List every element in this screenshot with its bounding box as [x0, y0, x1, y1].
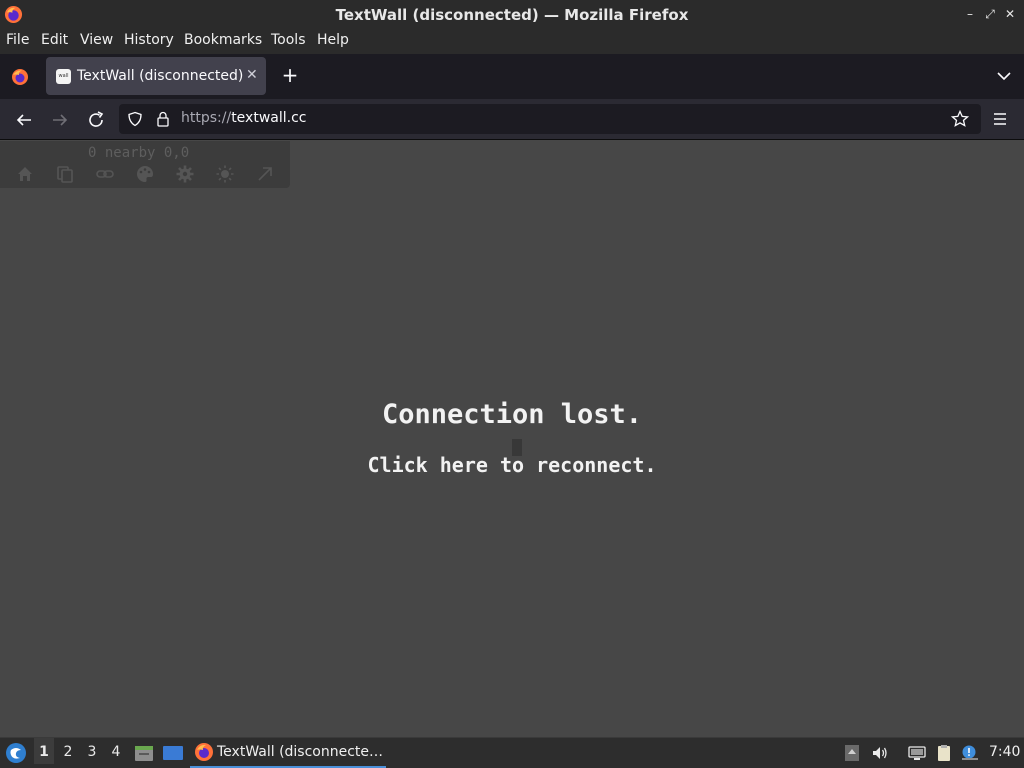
link-icon[interactable] [95, 164, 115, 184]
lock-icon[interactable] [155, 111, 171, 127]
reload-icon[interactable] [84, 108, 108, 132]
minimize-icon[interactable]: – [962, 6, 978, 22]
taskbar: 1 2 3 4 TextWall (disconnecte… 7:40 [0, 737, 1024, 768]
reconnect-link[interactable]: Click here to reconnect. [0, 453, 1024, 477]
close-tab-icon[interactable]: ✕ [246, 67, 258, 83]
tab-strip: wall TextWall (disconnected) ✕ + [0, 54, 1024, 99]
firefox-icon [195, 743, 213, 761]
address-bar[interactable]: https://textwall.cc [119, 104, 981, 134]
network-icon[interactable] [908, 744, 926, 762]
nearby-status: 0 nearby 0,0 [88, 145, 190, 161]
textwall-favicon-icon: wall [56, 69, 71, 84]
clock: 7:40 [989, 744, 1021, 760]
page-content: 0 nearby 0,0 Connection lost. Click here… [0, 141, 1024, 737]
palette-icon[interactable] [135, 164, 155, 184]
menu-tools[interactable]: Tools [271, 32, 306, 48]
navigation-toolbar: https://textwall.cc [0, 99, 1024, 140]
menu-file[interactable]: File [6, 32, 29, 48]
new-tab-icon[interactable]: + [279, 64, 301, 86]
gear-icon[interactable] [175, 164, 195, 184]
menu-view[interactable]: View [80, 32, 113, 48]
taskbar-task-label: TextWall (disconnecte… [217, 744, 384, 760]
menu-bookmarks[interactable]: Bookmarks [184, 32, 262, 48]
workspace-3[interactable]: 3 [82, 744, 102, 760]
start-menu-icon[interactable] [5, 742, 27, 764]
url-text: https://textwall.cc [181, 110, 307, 126]
textwall-toolbar: 0 nearby 0,0 [0, 141, 290, 188]
copy-icon[interactable] [55, 164, 75, 184]
menu-history[interactable]: History [124, 32, 174, 48]
window-titlebar: TextWall (disconnected) — Mozilla Firefo… [0, 0, 1024, 29]
workspace-2[interactable]: 2 [58, 744, 78, 760]
menu-edit[interactable]: Edit [41, 32, 68, 48]
home-icon[interactable] [15, 164, 35, 184]
menu-bar: File Edit View History Bookmarks Tools H… [0, 29, 1024, 54]
sun-icon[interactable] [215, 164, 235, 184]
firefox-view-icon[interactable] [10, 67, 30, 87]
back-arrow-icon[interactable] [12, 108, 36, 132]
workspace-1[interactable]: 1 [34, 738, 54, 764]
close-window-icon[interactable]: ✕ [1002, 6, 1018, 22]
bookmark-star-icon[interactable] [951, 110, 969, 128]
window-title: TextWall (disconnected) — Mozilla Firefo… [335, 6, 689, 24]
tracking-protection-shield-icon[interactable] [127, 111, 143, 127]
taskbar-firefox-task[interactable]: TextWall (disconnecte… [190, 738, 386, 768]
clipboard-icon[interactable] [935, 744, 953, 762]
tray-up-arrow-icon[interactable] [843, 744, 861, 762]
arrow-up-right-icon[interactable] [255, 164, 275, 184]
workspace-4[interactable]: 4 [106, 744, 126, 760]
desktop-icon[interactable] [162, 743, 184, 763]
volume-icon[interactable] [871, 744, 889, 762]
tab-label: TextWall (disconnected) [77, 68, 244, 84]
file-manager-icon[interactable] [133, 743, 155, 763]
menu-help[interactable]: Help [317, 32, 349, 48]
hamburger-menu-icon[interactable] [990, 109, 1010, 129]
forward-arrow-icon[interactable] [48, 108, 72, 132]
update-notification-icon[interactable] [961, 744, 979, 762]
chevron-down-icon[interactable] [994, 66, 1014, 86]
tab-textwall[interactable]: wall TextWall (disconnected) ✕ [46, 57, 266, 95]
connection-lost-heading: Connection lost. [381, 399, 643, 430]
restore-icon[interactable]: ⤢ [982, 6, 998, 22]
